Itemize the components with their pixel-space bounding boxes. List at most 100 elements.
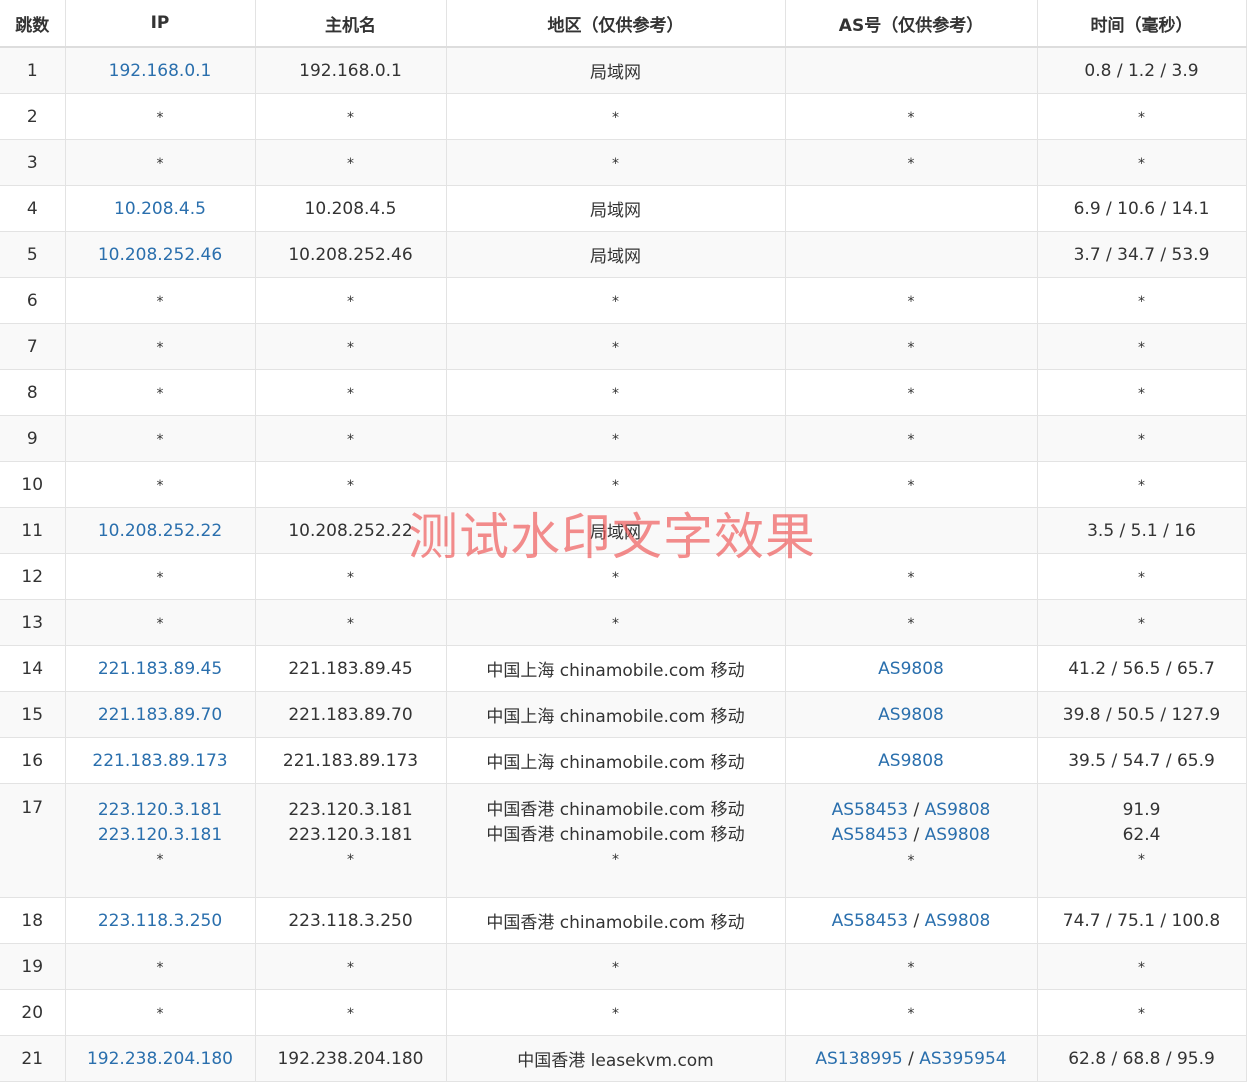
- time-cell: *: [1037, 415, 1247, 462]
- unknown-marker: *: [612, 385, 619, 402]
- hop-cell: 10: [0, 461, 66, 508]
- time-cell: 41.2 / 56.5 / 65.7: [1037, 645, 1247, 692]
- as-line: *: [908, 957, 915, 977]
- ip-link[interactable]: 221.183.89.70: [98, 705, 222, 725]
- ip-link[interactable]: 223.120.3.181: [66, 798, 255, 823]
- unknown-marker: *: [347, 959, 354, 976]
- time-cell: 39.5 / 54.7 / 65.9: [1037, 737, 1247, 784]
- time-cell: *: [1037, 943, 1247, 990]
- time-cell-value: 74.7 / 75.1 / 100.8: [1062, 910, 1221, 931]
- as-cell: *: [785, 461, 1038, 508]
- region-cell-value: 中国香港 leasekvm.com: [517, 1051, 714, 1071]
- time-cell: 0.8 / 1.2 / 3.9: [1037, 47, 1247, 94]
- as-line: AS9808: [878, 659, 944, 679]
- region-cell: *: [446, 369, 786, 416]
- table-row: 13 * * * * *: [0, 599, 1247, 646]
- hop-cell: 8: [0, 369, 66, 416]
- hostname-cell-value: 192.168.0.1: [299, 60, 402, 81]
- time-cell-value: 3.7 / 34.7 / 53.9: [1073, 244, 1210, 265]
- ip-cell: *: [65, 943, 256, 990]
- hostname-cell: 221.183.89.173: [255, 737, 447, 784]
- as-cell: AS9808: [785, 737, 1038, 784]
- hop-cell: 7: [0, 323, 66, 370]
- ip-link[interactable]: 10.208.252.46: [98, 245, 222, 265]
- as-link[interactable]: AS9808: [925, 825, 991, 845]
- table-row: 5 10.208.252.46 10.208.252.46 局域网 3.7 / 34.7…: [0, 231, 1247, 278]
- table-row: 6 * * * * *: [0, 277, 1247, 324]
- region-cell-value: 中国上海 chinamobile.com 移动: [486, 753, 745, 773]
- as-link[interactable]: AS58453: [832, 911, 909, 931]
- as-cell: *: [785, 415, 1038, 462]
- region-cell: 中国香港 chinamobile.com 移动 中国香港 chinamobile.…: [446, 783, 786, 898]
- ip-link[interactable]: 221.183.89.173: [92, 751, 227, 771]
- ip-link[interactable]: 223.118.3.250: [98, 911, 222, 931]
- ip-cell: *: [65, 599, 256, 646]
- as-link[interactable]: AS58453: [832, 800, 909, 820]
- region-cell: 中国香港 leasekvm.com: [446, 1035, 786, 1082]
- as-link[interactable]: AS9808: [925, 800, 991, 820]
- unknown-marker: *: [156, 852, 164, 868]
- ip-link[interactable]: 10.208.252.22: [98, 521, 222, 541]
- unknown-marker: *: [1138, 109, 1145, 126]
- region-cell: 中国上海 chinamobile.com 移动: [446, 645, 786, 692]
- hostname-cell: *: [255, 943, 447, 990]
- as-link[interactable]: AS9808: [925, 911, 991, 931]
- as-line: *: [908, 153, 915, 173]
- as-line: *: [908, 107, 915, 127]
- as-link[interactable]: AS9808: [878, 705, 944, 725]
- table-row: 20 * * * * *: [0, 989, 1247, 1036]
- ip-link[interactable]: 223.120.3.181: [66, 823, 255, 848]
- hostname-cell: *: [255, 93, 447, 140]
- hop-cell: 9: [0, 415, 66, 462]
- as-link[interactable]: AS9808: [878, 659, 944, 679]
- as-line: AS58453 / AS9808: [832, 911, 991, 931]
- unknown-marker: *: [156, 109, 164, 126]
- time-cell: *: [1037, 461, 1247, 508]
- unknown-marker: *: [156, 959, 164, 976]
- hop-cell: 11: [0, 507, 66, 554]
- ip-link[interactable]: 221.183.89.45: [98, 659, 222, 679]
- header-ip: IP: [65, 0, 256, 48]
- table-row: 17 223.120.3.181 223.120.3.181 * 223.120.3.1…: [0, 783, 1247, 898]
- hostname-cell-value: 10.208.4.5: [304, 198, 397, 219]
- unknown-marker: *: [907, 1005, 915, 1022]
- time-cell-value: 6.9 / 10.6 / 14.1: [1073, 198, 1210, 219]
- table-row: 19 * * * * *: [0, 943, 1247, 990]
- ip-link[interactable]: 192.168.0.1: [109, 61, 212, 81]
- as-link[interactable]: AS58453: [832, 825, 909, 845]
- table-header-row: 跳数 IP 主机名 地区（仅供参考） AS号（仅供参考） 时间（毫秒）: [0, 0, 1247, 48]
- region-cell-value: 局域网: [590, 523, 641, 543]
- as-cell: AS9808: [785, 645, 1038, 692]
- unknown-marker: *: [347, 385, 354, 402]
- as-cell: AS9808: [785, 691, 1038, 738]
- ip-cell: 223.120.3.181 223.120.3.181 *: [65, 783, 256, 898]
- region-cell-value: 局域网: [590, 247, 641, 267]
- hop-cell: 3: [0, 139, 66, 186]
- unknown-marker: *: [347, 109, 354, 126]
- hop-cell: 14: [0, 645, 66, 692]
- table-row: 12 * * * * *: [0, 553, 1247, 600]
- unknown-marker: *: [156, 431, 164, 448]
- as-line: *: [908, 1003, 915, 1023]
- hostname-cell: 223.120.3.181 223.120.3.181 *: [255, 783, 447, 898]
- as-line: AS58453 / AS9808: [786, 823, 1037, 848]
- traceroute-table: 跳数 IP 主机名 地区（仅供参考） AS号（仅供参考） 时间（毫秒） 1 1 9 2…: [0, 0, 1247, 1082]
- unknown-marker: *: [1138, 852, 1145, 868]
- as-link[interactable]: AS9808: [878, 751, 944, 771]
- unknown-marker: *: [1138, 569, 1145, 586]
- table-row: 3 * * * * *: [0, 139, 1247, 186]
- ip-cell: 10.208.252.46: [65, 231, 256, 278]
- region-cell: *: [446, 461, 786, 508]
- hostname-cell: *: [255, 599, 447, 646]
- time-cell: *: [1037, 369, 1247, 416]
- as-cell: *: [785, 989, 1038, 1036]
- unknown-marker: *: [907, 569, 915, 586]
- ip-link[interactable]: 10.208.4.5: [114, 199, 206, 219]
- as-line: *: [908, 613, 915, 633]
- hostname-cell-value: 10.208.252.22: [288, 520, 413, 541]
- hostname-cell: *: [255, 369, 447, 416]
- region-cell: 局域网: [446, 231, 786, 278]
- as-line: *: [908, 291, 915, 311]
- unknown-marker: *: [907, 431, 915, 448]
- unknown-marker: *: [612, 339, 619, 356]
